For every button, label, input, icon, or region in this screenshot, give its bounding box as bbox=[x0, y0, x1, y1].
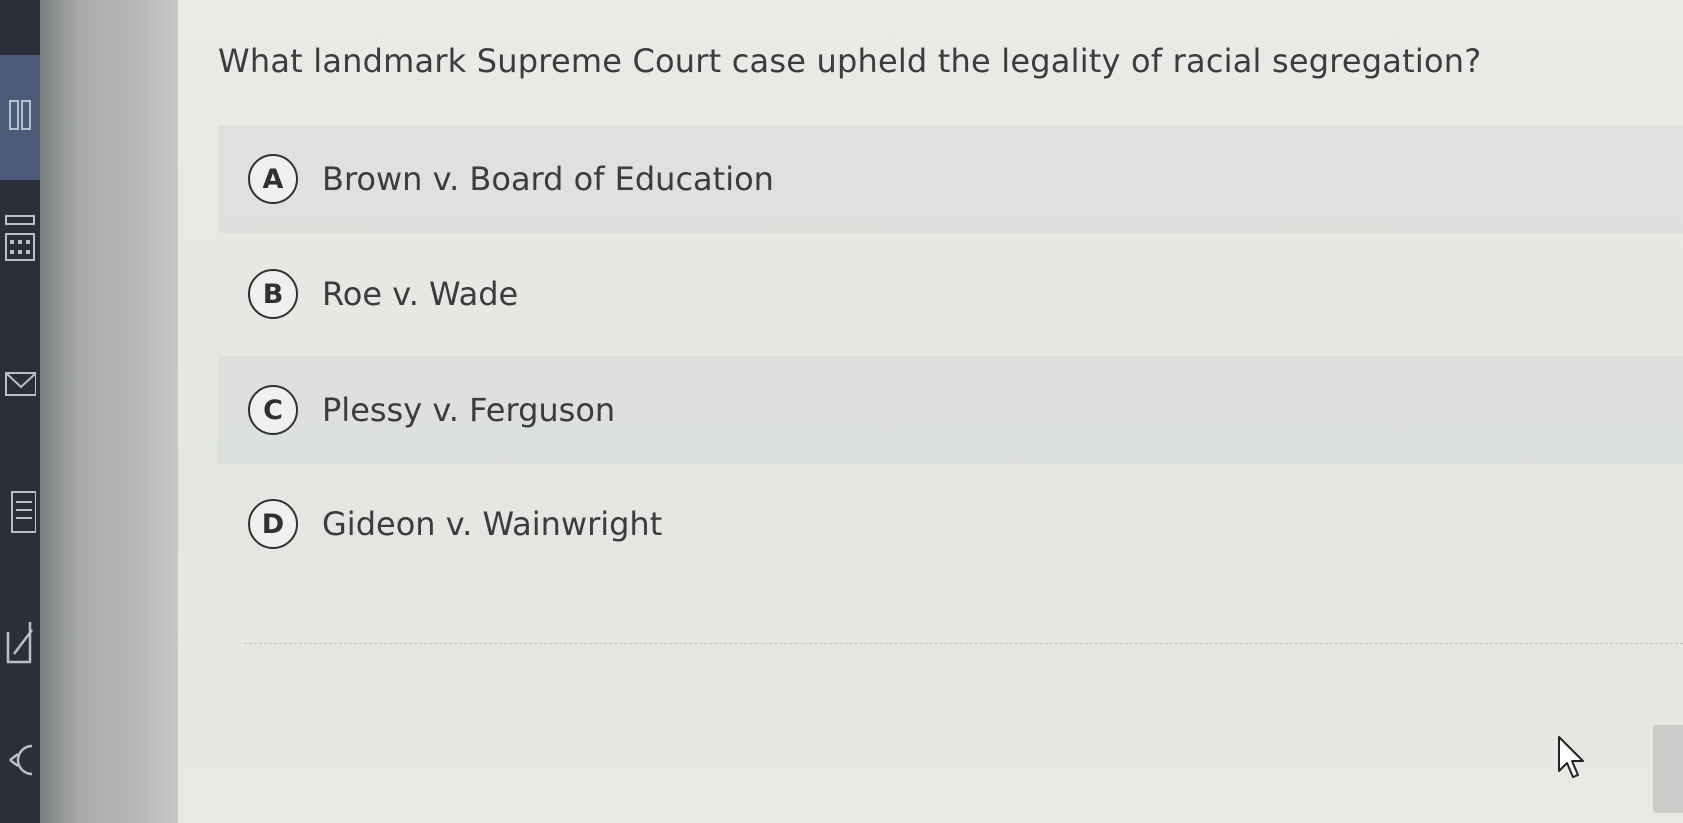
edit-icon[interactable] bbox=[4, 618, 36, 664]
pointer-cursor-icon bbox=[1553, 733, 1593, 781]
section-divider bbox=[244, 643, 1683, 644]
answer-option-d[interactable]: D Gideon v. Wainwright bbox=[218, 470, 1683, 578]
option-letter-badge: C bbox=[248, 385, 298, 435]
question-panel: What landmark Supreme Court case upheld … bbox=[178, 0, 1683, 823]
option-letter-badge: D bbox=[248, 499, 298, 549]
option-label: Gideon v. Wainwright bbox=[322, 505, 663, 543]
option-label: Roe v. Wade bbox=[322, 275, 519, 313]
grid-icon[interactable] bbox=[4, 95, 36, 135]
answer-option-b[interactable]: B Roe v. Wade bbox=[218, 240, 1683, 348]
notes-icon[interactable] bbox=[4, 490, 37, 533]
answer-option-c[interactable]: C Plessy v. Ferguson bbox=[218, 356, 1683, 464]
option-letter-badge: B bbox=[248, 269, 298, 319]
option-label: Brown v. Board of Education bbox=[322, 160, 774, 198]
scrollbar-thumb[interactable] bbox=[1653, 725, 1683, 813]
answer-option-a[interactable]: A Brown v. Board of Education bbox=[218, 125, 1683, 233]
tool-sidebar bbox=[0, 0, 40, 823]
mail-icon[interactable] bbox=[4, 365, 37, 405]
option-letter-badge: A bbox=[248, 154, 298, 204]
monitor-bezel bbox=[40, 0, 178, 823]
undo-icon[interactable] bbox=[4, 740, 36, 780]
question-text: What landmark Supreme Court case upheld … bbox=[218, 42, 1482, 80]
option-label: Plessy v. Ferguson bbox=[322, 391, 616, 429]
calculator-icon[interactable] bbox=[4, 212, 36, 261]
